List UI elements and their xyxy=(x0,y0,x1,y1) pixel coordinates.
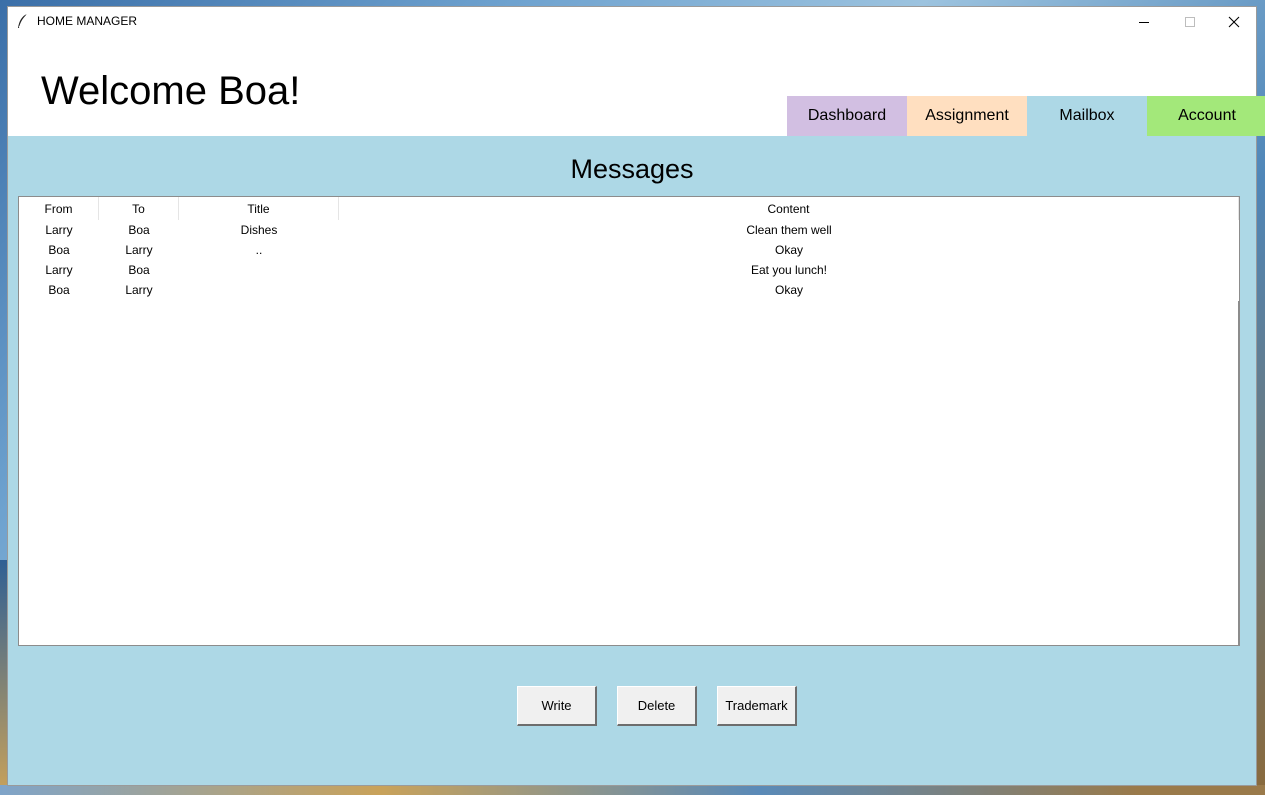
close-icon xyxy=(1228,16,1240,27)
table-header: From To Title Content xyxy=(19,197,1239,220)
desktop-wallpaper-strip xyxy=(0,785,1265,795)
write-button[interactable]: Write xyxy=(517,686,597,726)
cell-title: Dishes xyxy=(240,223,278,237)
welcome-heading: Welcome Boa! xyxy=(41,69,301,113)
messages-title: Messages xyxy=(570,154,694,184)
tab-account[interactable]: Account xyxy=(1147,96,1265,136)
cell-content: Eat you lunch! xyxy=(750,263,828,277)
cell-from: Boa xyxy=(48,243,70,257)
maximize-icon xyxy=(1185,16,1195,27)
window-title: HOME MANAGER xyxy=(37,14,138,28)
table-row[interactable]: Boa Larry Okay xyxy=(19,280,1239,300)
cell-to: Larry xyxy=(125,283,153,297)
messages-table[interactable]: From To Title Content Larry Boa Dishes C… xyxy=(18,196,1240,646)
table-edge xyxy=(1238,301,1239,645)
app-window: HOME MANAGER Welcome Boa! Dashboard Assi… xyxy=(7,6,1265,786)
delete-button[interactable]: Delete xyxy=(617,686,697,726)
cell-content: Okay xyxy=(774,283,803,297)
cell-from: Boa xyxy=(48,283,70,297)
close-button[interactable] xyxy=(1211,7,1257,36)
tab-assignment[interactable]: Assignment xyxy=(907,96,1027,136)
table-row[interactable]: Larry Boa Dishes Clean them well xyxy=(19,220,1239,240)
header: Welcome Boa! Dashboard Assignment Mailbo… xyxy=(8,36,1265,136)
cell-title: .. xyxy=(255,243,263,257)
cell-content: Okay xyxy=(774,243,803,257)
column-header-to[interactable]: To xyxy=(99,197,179,220)
column-header-from[interactable]: From xyxy=(19,197,99,220)
table-body: Larry Boa Dishes Clean them well Boa Lar… xyxy=(19,220,1239,300)
cell-to: Larry xyxy=(125,243,153,257)
title-bar[interactable]: HOME MANAGER xyxy=(8,7,1256,36)
cell-title xyxy=(179,280,339,300)
cell-from: Larry xyxy=(45,263,73,277)
table-row[interactable]: Larry Boa Eat you lunch! xyxy=(19,260,1239,280)
minimize-icon xyxy=(1139,21,1149,23)
column-header-title[interactable]: Title xyxy=(179,197,339,220)
trademark-button[interactable]: Trademark xyxy=(717,686,797,726)
feather-icon xyxy=(16,13,30,29)
cell-to: Boa xyxy=(128,223,150,237)
tab-mailbox[interactable]: Mailbox xyxy=(1027,96,1147,136)
table-row[interactable]: Boa Larry .. Okay xyxy=(19,240,1239,260)
cell-to: Boa xyxy=(128,263,150,277)
minimize-button[interactable] xyxy=(1121,7,1167,36)
column-header-content[interactable]: Content xyxy=(339,197,1239,220)
tab-dashboard[interactable]: Dashboard xyxy=(787,96,907,136)
maximize-button[interactable] xyxy=(1167,7,1213,36)
cell-content: Clean them well xyxy=(746,223,832,237)
cell-title xyxy=(179,260,339,280)
cell-from: Larry xyxy=(45,223,73,237)
